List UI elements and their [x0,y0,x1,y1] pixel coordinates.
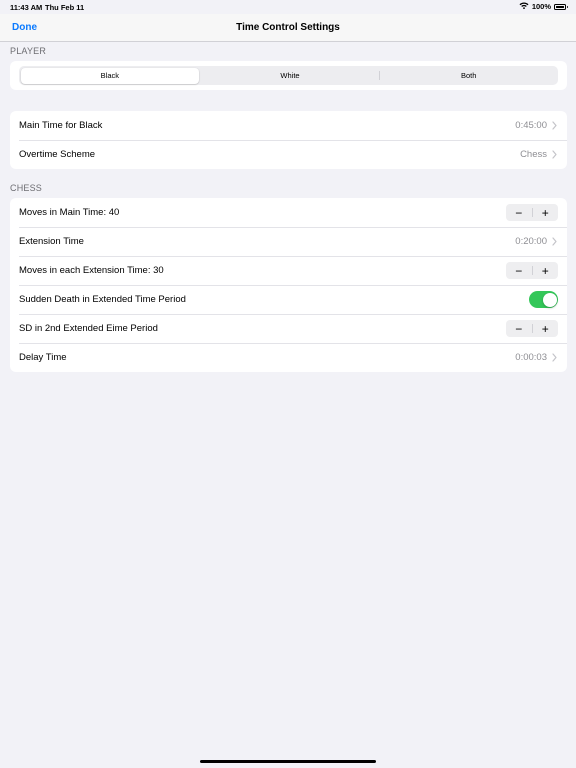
chevron-right-icon [552,353,557,362]
row-overtime-scheme-label: Overtime Scheme [19,149,96,160]
player-segmented-control: Black White Both [19,66,558,85]
increment-button[interactable]: + [533,204,559,221]
row-moves-main-time-label: Moves in Main Time: 40 [19,207,120,218]
status-date: Thu Feb 11 [45,3,85,12]
row-main-time-label: Main Time for Black [19,120,103,131]
main-settings-card: Main Time for Black 0:45:00 Overtime Sch… [10,111,567,169]
battery-percent: 100% [531,2,551,11]
page-title: Time Control Settings [236,22,340,33]
row-extension-time-value: 0:20:00 [515,236,547,247]
moves-main-time-stepper: − + [506,204,558,221]
segment-divider [379,71,381,80]
segment-black[interactable]: Black [20,67,200,84]
increment-button[interactable]: + [533,320,559,337]
row-sudden-death-label: Sudden Death in Extended Time Period [19,294,186,305]
status-right: 100% [519,2,568,11]
player-card: Black White Both [10,61,567,90]
decrement-button[interactable]: − [506,204,532,221]
segment-white[interactable]: White [201,66,380,85]
navigation-bar: Done Time Control Settings [0,14,576,42]
row-moves-extension: Moves in each Extension Time: 30 − + [10,256,567,285]
chess-settings-card: Moves in Main Time: 40 − + Extension Tim… [10,198,567,372]
battery-icon [554,3,568,10]
row-sd-second-extended: SD in 2nd Extended Eime Period − + [10,314,567,343]
row-main-time-value: 0:45:00 [515,120,547,131]
row-delay-time[interactable]: Delay Time 0:00:03 [10,343,567,372]
toggle-knob [542,292,557,307]
row-extension-time-label: Extension Time [19,236,84,247]
row-delay-time-value: 0:00:03 [515,352,547,363]
chess-section-header: CHESS [10,183,43,193]
row-moves-extension-label: Moves in each Extension Time: 30 [19,265,164,276]
increment-button[interactable]: + [533,262,559,279]
row-delay-time-label: Delay Time [19,352,67,363]
battery-fill [556,5,564,8]
row-main-time[interactable]: Main Time for Black 0:45:00 [10,111,567,140]
row-sudden-death: Sudden Death in Extended Time Period [10,285,567,314]
row-overtime-scheme[interactable]: Overtime Scheme Chess [10,140,567,169]
player-section-header: PLAYER [10,46,47,56]
row-overtime-scheme-value: Chess [520,149,547,160]
status-time: 11:43 AM [10,3,43,12]
chevron-right-icon [552,121,557,130]
decrement-button[interactable]: − [506,320,532,337]
segment-both[interactable]: Both [379,66,558,85]
sudden-death-toggle[interactable] [529,291,558,308]
segment-black-label: Black [100,71,119,80]
chevron-right-icon [552,237,557,246]
segment-white-label: White [280,71,300,80]
status-bar: 11:43 AM Thu Feb 11 100% [0,0,576,14]
sd-second-extended-stepper: − + [506,320,558,337]
segment-both-label: Both [460,71,477,80]
home-indicator[interactable] [200,760,376,763]
moves-extension-stepper: − + [506,262,558,279]
row-sd-second-extended-label: SD in 2nd Extended Eime Period [19,323,158,334]
wifi-icon [519,2,529,11]
chevron-right-icon [552,150,557,159]
decrement-button[interactable]: − [506,262,532,279]
row-extension-time[interactable]: Extension Time 0:20:00 [10,227,567,256]
row-moves-main-time: Moves in Main Time: 40 − + [10,198,567,227]
